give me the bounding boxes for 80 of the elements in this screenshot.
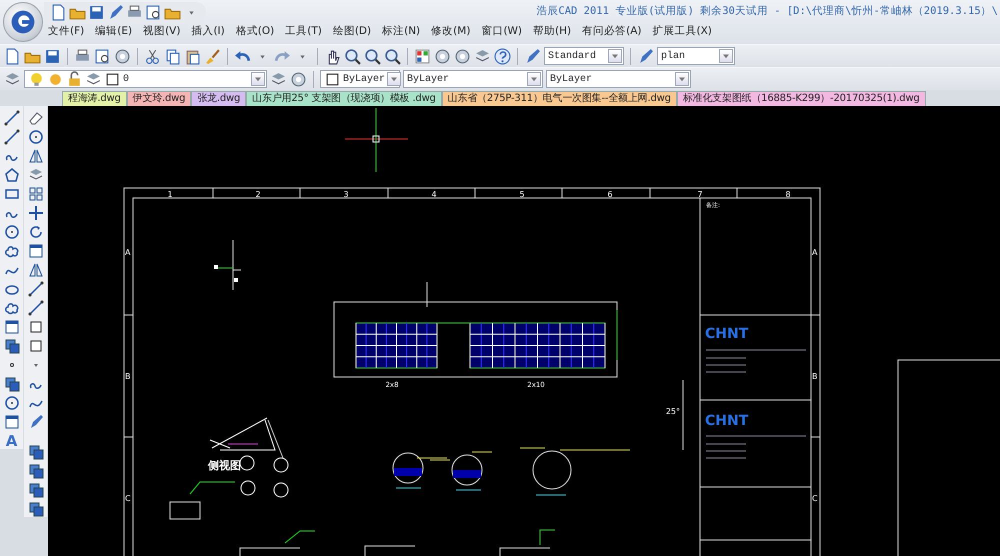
menu-item[interactable]: 标注(N): [378, 23, 424, 41]
revision-cloud-icon[interactable]: [4, 243, 20, 259]
crosshair-cursor-icon: [344, 108, 408, 172]
brush-icon[interactable]: [204, 48, 221, 64]
leader-line: [426, 282, 428, 308]
connector-symbol-drawing: [214, 240, 242, 290]
save-icon[interactable]: [44, 48, 61, 64]
row-letter: A: [125, 248, 130, 257]
mirror-icon[interactable]: [28, 148, 44, 164]
file-tab[interactable]: 程海涛.dwg: [62, 91, 127, 106]
file-tab[interactable]: 山东省（275P-311）电气一次图集--全额上网.dwg: [442, 91, 677, 106]
file-tab[interactable]: 伊文玲.dwg: [126, 91, 192, 106]
cut-icon[interactable]: [144, 48, 161, 64]
angle-label: 25°: [666, 407, 680, 416]
paste-icon[interactable]: [184, 48, 201, 64]
column-number: 6: [607, 190, 613, 199]
side-view-label: 侧视图: [208, 459, 241, 472]
eraser-icon[interactable]: [28, 110, 44, 126]
column-number: 7: [697, 190, 703, 199]
menu-item[interactable]: 格式(O): [232, 23, 278, 41]
move-icon[interactable]: [28, 205, 44, 221]
company-logo: CHNT: [705, 413, 748, 429]
lock-icon[interactable]: [66, 70, 83, 88]
file-tab[interactable]: 标准化支架图纸（16885-K299）-20170325(1).dwg: [676, 91, 926, 106]
array-icon[interactable]: [28, 186, 44, 202]
menu-item[interactable]: 帮助(H): [529, 23, 576, 41]
rotate-icon[interactable]: [28, 224, 44, 240]
app-logo-icon[interactable]: [3, 2, 43, 42]
properties-icon[interactable]: [414, 48, 431, 64]
color-dropdown[interactable]: ByLayer: [320, 70, 400, 88]
view-dropdown[interactable]: plan: [657, 47, 735, 65]
column-number: 1: [167, 190, 173, 199]
row-letter: B: [812, 372, 818, 381]
layer-dropdown[interactable]: 0: [24, 70, 267, 88]
polygon-icon[interactable]: [4, 167, 20, 183]
menu-item[interactable]: 有问必答(A): [578, 23, 646, 41]
new-file-icon[interactable]: [50, 4, 67, 20]
save-icon[interactable]: [88, 4, 105, 20]
row-letter: B: [125, 372, 130, 381]
text-tool[interactable]: A: [6, 433, 18, 449]
menu-item[interactable]: 扩展工具(X): [648, 23, 716, 41]
square-icon[interactable]: [104, 70, 121, 88]
dimension-line: [682, 380, 684, 450]
company-logo: CHNT: [705, 326, 748, 342]
lineweight-dropdown[interactable]: ByLayer: [546, 70, 691, 88]
linetype-dropdown[interactable]: ByLayer: [403, 70, 543, 88]
column-number: 2: [255, 190, 261, 199]
print-preview-icon[interactable]: [145, 4, 162, 20]
row-letter: C: [125, 494, 131, 503]
column-number: 4: [431, 190, 437, 199]
menu-item[interactable]: 窗口(W): [477, 23, 526, 41]
menu-item[interactable]: 编辑(E): [91, 23, 136, 41]
text-style-dropdown[interactable]: Standard: [544, 47, 624, 65]
help-icon[interactable]: [494, 48, 511, 64]
zoom-previous-icon[interactable]: [384, 48, 401, 64]
row-letter: C: [812, 494, 818, 503]
column-number: 3: [343, 190, 349, 199]
menu-item[interactable]: 绘图(D): [328, 23, 376, 41]
row-letter: A: [812, 248, 818, 257]
bulb-icon[interactable]: [28, 70, 45, 88]
menu-item[interactable]: 修改(M): [427, 23, 474, 41]
column-number: 8: [785, 190, 791, 199]
column-number: 5: [519, 190, 525, 199]
line-icon[interactable]: [4, 110, 20, 126]
new-file-icon[interactable]: [4, 48, 21, 64]
detail-circles-drawing: [240, 456, 288, 498]
menu-item[interactable]: 插入(I): [187, 23, 229, 41]
window-title: 浩辰CAD 2011 专业版(试用版) 剩余30天试用 - [D:\代理商\忻州-常岫林（2019.3.15）\: [536, 4, 998, 19]
menu-item[interactable]: 视图(V): [139, 23, 184, 41]
menu-item[interactable]: 工具(T): [281, 23, 326, 41]
file-tab[interactable]: 山东户用25° 支架图（现浇项）模板 .dwg: [246, 91, 442, 106]
print-preview-icon[interactable]: [94, 48, 111, 64]
zoom-window-icon[interactable]: [364, 48, 381, 64]
file-tab[interactable]: 张龙.dwg: [191, 91, 246, 106]
color-swatch-icon[interactable]: [324, 70, 341, 88]
menu-item[interactable]: 文件(F): [44, 23, 88, 41]
zoom-icon[interactable]: [344, 48, 361, 64]
circle-icon[interactable]: [4, 224, 20, 240]
callout-drawing: [170, 482, 236, 520]
copy-icon[interactable]: [164, 48, 181, 64]
